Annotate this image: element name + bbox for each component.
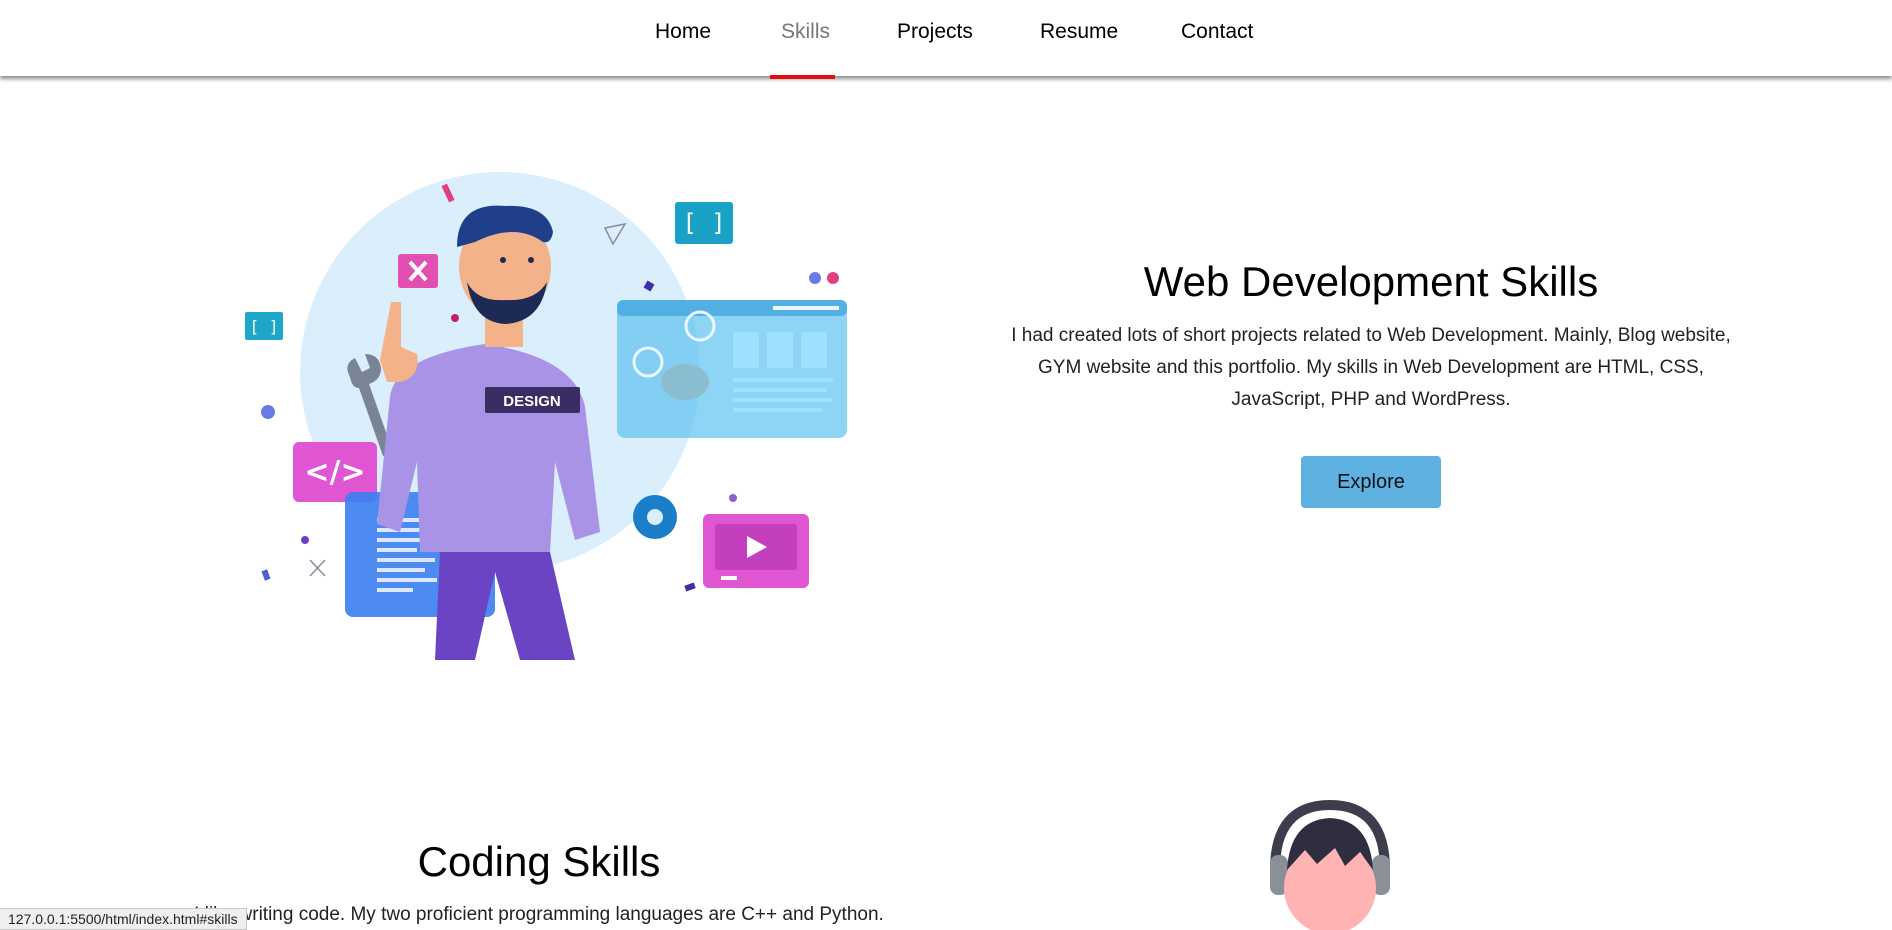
web-developer-illustration: [ ] [ ] </> DESIGN: [245, 172, 847, 660]
coding-skills-title: Coding Skills: [417, 838, 661, 885]
explore-button[interactable]: Explore: [1301, 456, 1441, 508]
browser-status-bar: 127.0.0.1:5500/html/index.html#skills: [0, 908, 247, 930]
top-navbar: Home Skills Projects Resume Contact: [0, 0, 1892, 76]
web-skills-title: Web Development Skills: [1143, 258, 1599, 305]
nav-contact[interactable]: Contact: [1181, 20, 1253, 76]
nav-skills[interactable]: Skills: [781, 20, 830, 76]
svg-text:[ ]: [ ]: [250, 317, 279, 336]
svg-text:[ ]: [ ]: [682, 209, 725, 237]
nav-list: Home Skills Projects Resume Contact: [0, 0, 1892, 76]
web-skills-description: I had created lots of short projects rel…: [1011, 325, 1731, 410]
coding-skills-description: I like writing code. My two proficient p…: [194, 904, 884, 925]
headphones-avatar-illustration: [1270, 800, 1390, 930]
nav-resume[interactable]: Resume: [1040, 20, 1118, 76]
svg-text:</>: </>: [304, 455, 365, 490]
nav-home[interactable]: Home: [655, 20, 711, 76]
illustration-design-badge: DESIGN: [503, 393, 561, 410]
active-nav-underline: [770, 75, 835, 79]
nav-projects[interactable]: Projects: [897, 20, 973, 76]
